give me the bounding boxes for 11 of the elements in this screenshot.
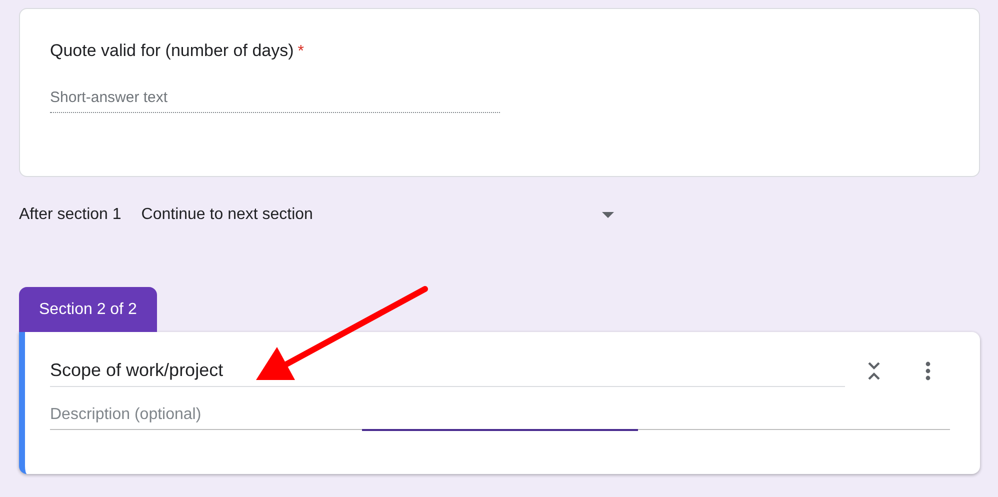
collapse-icon [867,360,881,380]
more-options-button[interactable] [925,360,931,380]
after-section-label: After section 1 [19,206,122,224]
short-answer-field[interactable]: Short-answer text [50,85,500,113]
more-vertical-icon [925,360,931,380]
dropdown-caret-icon [601,211,616,219]
question-title: Quote valid for (number of days) [50,41,294,61]
collapse-button[interactable] [867,360,881,380]
section-tab[interactable]: Section 2 of 2 [19,287,157,332]
required-asterisk: * [298,43,304,60]
section-dropdown[interactable]: Continue to next section [141,206,616,224]
